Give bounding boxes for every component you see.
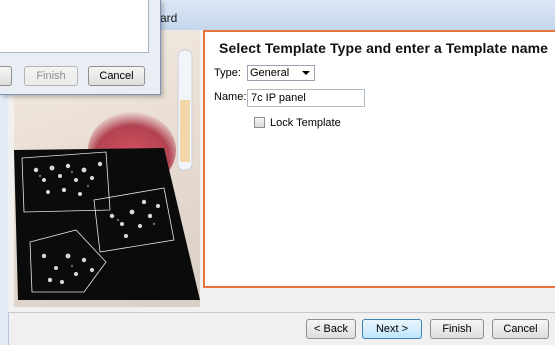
type-select[interactable]: General	[247, 65, 315, 81]
finish-button[interactable]: Finish	[430, 319, 484, 339]
checkbox-icon[interactable]	[254, 117, 265, 128]
lock-template-label: Lock Template	[270, 117, 341, 129]
dialog-finish-button[interactable]: Finish	[24, 66, 78, 86]
dialog-content-area	[0, 0, 149, 53]
type-label: Type:	[214, 67, 241, 79]
window-title: ard	[160, 11, 178, 25]
template-panel: Select Template Type and enter a Templat…	[203, 30, 555, 288]
name-label: Name:	[214, 91, 247, 103]
cancel-button[interactable]: Cancel	[492, 319, 549, 339]
type-select-value: General	[250, 67, 290, 79]
dialog-cancel-button[interactable]: Cancel	[88, 66, 145, 86]
dialog-partial-button[interactable]	[0, 66, 12, 86]
chevron-down-icon	[302, 71, 310, 75]
overlapping-dialog: Finish Cancel	[0, 0, 161, 95]
button-bar-separator	[8, 312, 555, 313]
panel-heading: Select Template Type and enter a Templat…	[219, 40, 549, 56]
template-name-input[interactable]: 7c IP panel	[247, 89, 365, 107]
back-button[interactable]: < Back	[306, 319, 356, 339]
next-button[interactable]: Next >	[362, 319, 422, 339]
